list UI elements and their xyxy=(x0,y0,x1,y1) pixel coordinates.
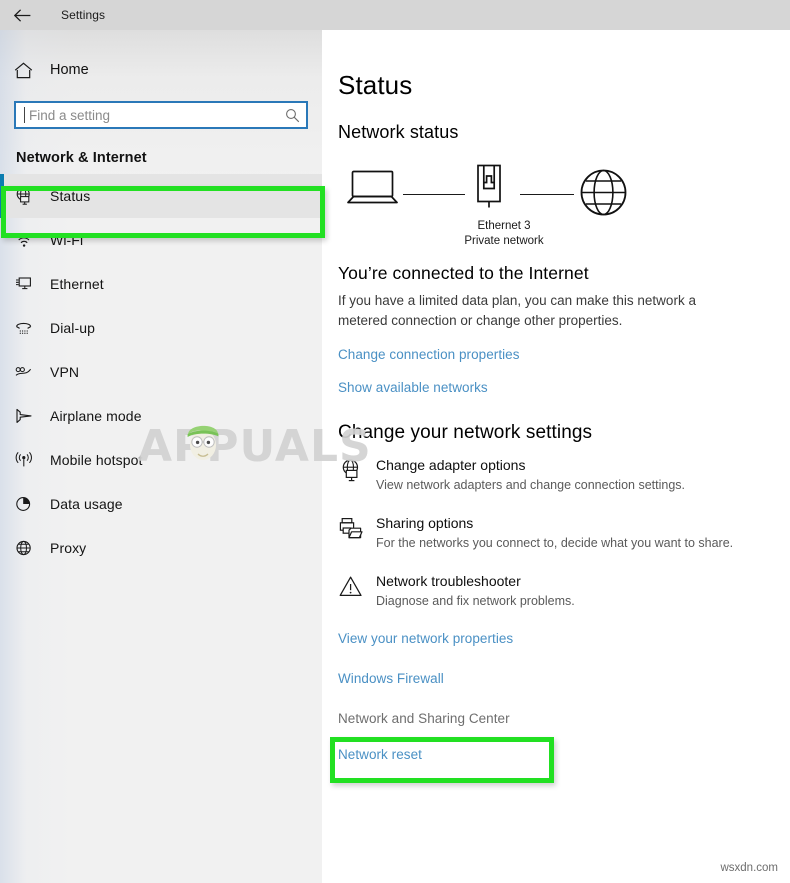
wifi-icon xyxy=(14,231,44,249)
sidebar-item-status-label: Status xyxy=(50,188,91,204)
sidebar-item-data-usage[interactable]: Data usage xyxy=(0,482,322,526)
option-change-adapter-options[interactable]: Change adapter options View network adap… xyxy=(338,456,790,494)
main-content: Status Network status Ethernet 3 Private… xyxy=(322,30,790,883)
home-icon xyxy=(14,62,44,79)
warning-triangle-icon xyxy=(338,572,376,600)
pie-chart-icon xyxy=(14,495,44,513)
sidebar-item-airplane-mode[interactable]: Airplane mode xyxy=(0,394,322,438)
link-row-windows-firewall: Windows Firewall xyxy=(338,670,790,688)
footer-watermark: wsxdn.com xyxy=(720,862,778,874)
option-description: View network adapters and change connect… xyxy=(376,478,685,492)
option-title: Network troubleshooter xyxy=(376,573,521,589)
settings-options-list: Change adapter options View network adap… xyxy=(338,456,790,610)
connection-line-left xyxy=(403,194,465,195)
option-description: Diagnose and fix network problems. xyxy=(376,594,575,608)
sidebar-item-wi-fi[interactable]: Wi-Fi xyxy=(0,218,322,262)
sidebar-item-ethernet[interactable]: Ethernet xyxy=(0,262,322,306)
sidebar-item-proxy[interactable]: Proxy xyxy=(0,526,322,570)
sidebar-item-dial-up[interactable]: Dial-up xyxy=(0,306,322,350)
sidebar: Home Find a setting Network & Internet S… xyxy=(0,30,322,883)
hotspot-icon xyxy=(14,451,44,469)
sidebar-section-title: Network & Internet xyxy=(16,150,147,166)
network-diagram: Ethernet 3 Private network xyxy=(338,163,790,251)
back-arrow-icon xyxy=(13,8,30,22)
globe-monitor-icon xyxy=(338,456,376,484)
laptop-icon xyxy=(344,169,402,214)
sidebar-item-airplane-mode-label: Airplane mode xyxy=(50,408,142,424)
search-icon xyxy=(285,108,300,123)
window-body: Home Find a setting Network & Internet S… xyxy=(0,30,790,883)
diagram-caption: Ethernet 3 Private network xyxy=(434,219,574,249)
link-row-network-reset: Network reset xyxy=(338,746,790,764)
link-show-available-networks[interactable]: Show available networks xyxy=(338,380,488,395)
change-settings-heading: Change your network settings xyxy=(338,422,593,443)
option-network-troubleshooter[interactable]: Network troubleshooter Diagnose and fix … xyxy=(338,572,790,610)
connected-description: If you have a limited data plan, you can… xyxy=(338,293,696,328)
sidebar-nav-list: Status Wi-Fi Ethernet Dial-up VPN Airpla… xyxy=(0,174,322,570)
settings-window: Settings Home Find a setting Network & I… xyxy=(0,0,790,883)
link-view-your-network-properties[interactable]: View your network properties xyxy=(338,631,513,646)
option-sharing-options[interactable]: Sharing options For the networks you con… xyxy=(338,514,790,552)
titlebar: Settings xyxy=(0,0,790,30)
sidebar-item-status[interactable]: Status xyxy=(0,174,322,218)
sidebar-item-wi-fi-label: Wi-Fi xyxy=(50,232,84,248)
option-title: Change adapter options xyxy=(376,457,526,473)
search-placeholder: Find a setting xyxy=(29,107,111,123)
ethernet-icon xyxy=(14,275,44,293)
sidebar-item-proxy-label: Proxy xyxy=(50,540,87,556)
adapter-name: Ethernet 3 xyxy=(477,220,531,232)
bottom-links-list: View your network properties Windows Fir… xyxy=(338,630,790,764)
back-button[interactable] xyxy=(0,0,44,30)
sidebar-item-data-usage-label: Data usage xyxy=(50,496,123,512)
sidebar-item-vpn[interactable]: VPN xyxy=(0,350,322,394)
text-caret xyxy=(24,107,25,123)
link-network-reset[interactable]: Network reset xyxy=(338,747,422,762)
sidebar-item-ethernet-label: Ethernet xyxy=(50,276,104,292)
vpn-icon xyxy=(14,364,44,380)
globe-monitor-icon xyxy=(14,186,44,206)
dialup-phone-icon xyxy=(14,319,44,337)
network-status-heading: Network status xyxy=(338,122,459,142)
link-network-and-sharing-center[interactable]: Network and Sharing Center xyxy=(338,711,510,726)
ethernet-port-icon xyxy=(472,163,506,220)
printer-folder-icon xyxy=(338,514,376,542)
option-description: For the networks you connect to, decide … xyxy=(376,536,734,550)
link-row-show-available-networks: Show available networks xyxy=(338,379,790,397)
search-input[interactable]: Find a setting xyxy=(14,101,308,129)
connected-heading: You’re connected to the Internet xyxy=(338,263,589,283)
connection-line-right xyxy=(520,194,574,195)
page-title: Status xyxy=(338,70,413,100)
network-type: Private network xyxy=(464,235,544,247)
link-change-connection-properties[interactable]: Change connection properties xyxy=(338,347,520,362)
airplane-icon xyxy=(14,407,44,425)
option-title: Sharing options xyxy=(376,515,474,531)
search-container: Find a setting xyxy=(14,101,308,129)
link-row-change-connection-properties: Change connection properties xyxy=(338,346,790,364)
link-windows-firewall[interactable]: Windows Firewall xyxy=(338,671,444,686)
link-row-view-your-network-properties: View your network properties xyxy=(338,630,790,648)
sidebar-item-mobile-hotspot-label: Mobile hotspot xyxy=(50,452,143,468)
globe-icon xyxy=(576,163,632,224)
window-title: Settings xyxy=(61,8,106,22)
sidebar-item-home-label: Home xyxy=(50,62,89,78)
link-row-network-and-sharing-center: Network and Sharing Center xyxy=(338,710,790,728)
sidebar-item-mobile-hotspot[interactable]: Mobile hotspot xyxy=(0,438,322,482)
sidebar-item-dial-up-label: Dial-up xyxy=(50,320,96,336)
globe-icon xyxy=(14,539,44,557)
sidebar-item-home[interactable]: Home xyxy=(0,48,322,92)
sidebar-item-vpn-label: VPN xyxy=(50,364,80,380)
